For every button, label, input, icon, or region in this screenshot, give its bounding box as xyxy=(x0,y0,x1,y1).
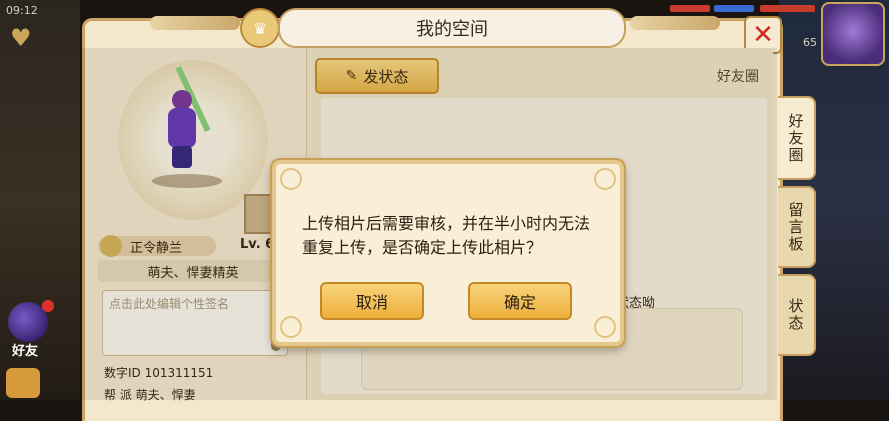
title-ornament-left xyxy=(150,16,240,30)
hp-bar xyxy=(670,5,710,12)
player-avatar[interactable] xyxy=(821,2,885,66)
mp-bar xyxy=(714,5,754,12)
crown-icon: ♛ xyxy=(240,8,280,48)
confirm-button[interactable]: 确定 xyxy=(468,282,572,320)
friends-button[interactable]: 好友 xyxy=(4,300,56,360)
title-ornament-right xyxy=(630,16,720,30)
dialog-corner-ornament xyxy=(280,168,302,190)
cancel-button[interactable]: 取消 xyxy=(320,282,424,320)
friends-label: 好友 xyxy=(12,344,39,359)
pet-hp-bar xyxy=(760,5,815,12)
tab-guestbook[interactable]: 留言板 xyxy=(778,186,816,268)
close-icon: ✕ xyxy=(752,20,774,50)
status-time: 09:12 xyxy=(6,4,38,17)
upload-confirm-dialog: 上传相片后需要审核，并在半小时内无法重复上传，是否确定上传此相片？ 取消 确定 xyxy=(272,160,624,346)
notification-dot xyxy=(42,300,54,312)
dialog-corner-ornament xyxy=(594,316,616,338)
window-title: 我的空间 xyxy=(278,8,626,48)
heart-icon[interactable]: ♥ xyxy=(10,24,32,52)
tab-moments[interactable]: 好友圈 xyxy=(778,96,816,180)
tab-status[interactable]: 状态 xyxy=(778,274,816,356)
chat-icon[interactable] xyxy=(6,368,40,398)
dialog-corner-ornament xyxy=(280,316,302,338)
dialog-message: 上传相片后需要审核，并在半小时内无法重复上传，是否确定上传此相片？ xyxy=(302,214,591,257)
player-level: 65 xyxy=(803,36,817,49)
dialog-corner-ornament xyxy=(594,168,616,190)
